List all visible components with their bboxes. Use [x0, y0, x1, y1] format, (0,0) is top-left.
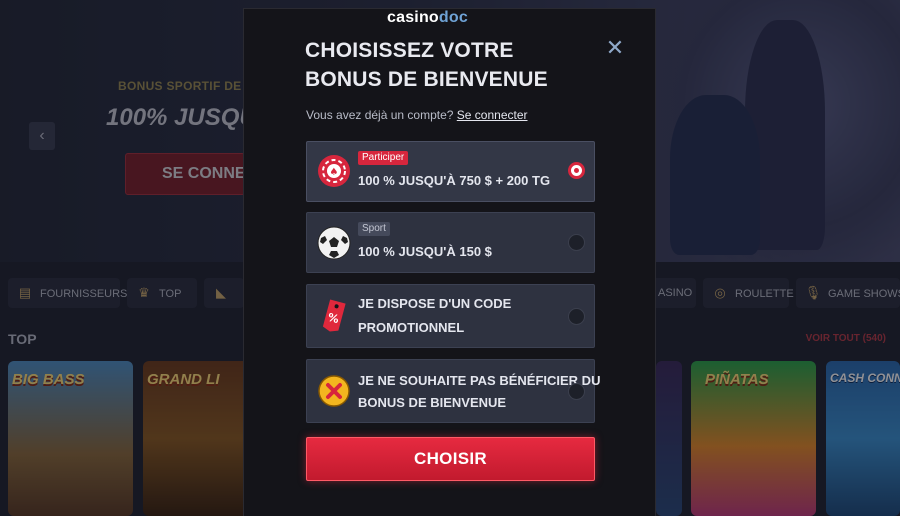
account-prompt-text: Vous avez déjà un compte? [306, 108, 454, 122]
option-tag: Participer [358, 151, 409, 165]
bonus-option-promo-code[interactable]: % JE DISPOSE D'UN CODE PROMOTIONNEL [306, 284, 595, 348]
choose-button[interactable]: CHOISIR [306, 437, 595, 481]
soccer-ball-icon [317, 226, 351, 260]
option-text-line2: BONUS DE BIENVENUE [358, 395, 507, 410]
option-text-line1: JE DISPOSE D'UN CODE [358, 296, 512, 311]
login-link[interactable]: Se connecter [457, 108, 528, 122]
option-text-line2: PROMOTIONNEL [358, 320, 465, 335]
option-text: 100 % JUSQU'À 150 $ [358, 244, 492, 259]
svg-text:♠: ♠ [330, 167, 339, 178]
logo-text-part1: casino [387, 9, 439, 26]
bonus-option-decline[interactable]: JE NE SOUHAITE PAS BÉNÉFICIER DU BONUS D… [306, 359, 600, 423]
option-radio[interactable] [568, 234, 585, 251]
logo-text-part2: doc [438, 9, 468, 26]
option-radio[interactable] [568, 162, 585, 179]
casino-chip-icon: ♠ [317, 154, 351, 188]
account-prompt: Vous avez déjà un compte? Se connecter [306, 108, 528, 122]
casinodoc-logo: casinodoc [387, 9, 468, 27]
modal-title: CHOISISSEZ VOTRE BONUS DE BIENVENUE [305, 39, 548, 91]
bonus-option-casino[interactable]: ♠ Participer 100 % JUSQU'À 750 $ + 200 T… [306, 141, 595, 202]
close-icon[interactable]: ✕ [604, 37, 626, 59]
option-tag: Sport [358, 222, 390, 236]
option-text-line1: JE NE SOUHAITE PAS BÉNÉFICIER DU [358, 373, 601, 388]
decline-x-icon [317, 374, 351, 408]
bonus-option-sport[interactable]: Sport 100 % JUSQU'À 150 $ [306, 212, 595, 273]
option-radio[interactable] [568, 383, 585, 400]
promo-tag-icon: % [317, 299, 351, 333]
option-text: 100 % JUSQU'À 750 $ + 200 TG [358, 173, 551, 188]
welcome-bonus-modal: casinodoc ✕ CHOISISSEZ VOTRE BONUS DE BI… [243, 8, 656, 516]
option-radio[interactable] [568, 308, 585, 325]
